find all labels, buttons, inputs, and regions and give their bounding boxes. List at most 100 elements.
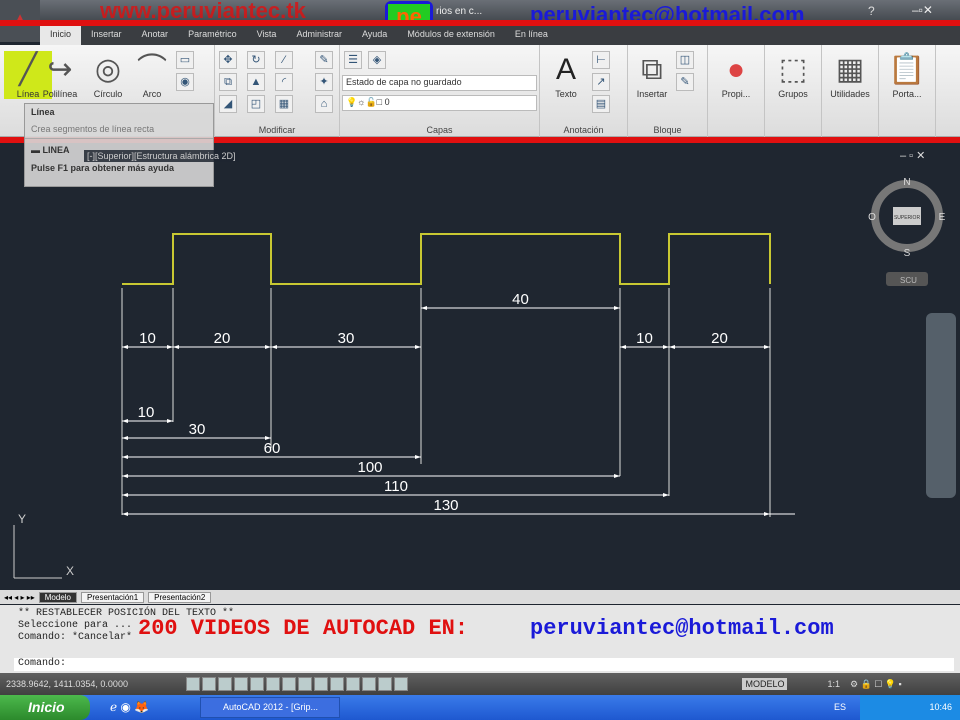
- tab-parametrico[interactable]: Paramétrico: [178, 25, 247, 45]
- window-controls[interactable]: –▫✕: [912, 3, 933, 17]
- quick-launch-icons[interactable]: ℯ ◉ 🦊: [110, 700, 149, 714]
- transparency-toggle[interactable]: [362, 677, 376, 691]
- arc-button[interactable]: ⌒ Arco: [128, 51, 176, 99]
- model-space-button[interactable]: MODELO: [742, 678, 788, 690]
- dimension-icon[interactable]: ⊢: [592, 51, 610, 69]
- properties-button[interactable]: ● Propi...: [712, 51, 760, 99]
- taskbar-autocad[interactable]: AutoCAD 2012 - [Grip...: [200, 697, 340, 718]
- utilities-button[interactable]: ▦ Utilidades: [826, 51, 874, 99]
- viewport-controls[interactable]: [-][Superior][Estructura alámbrica 2D]: [84, 150, 239, 162]
- grid-toggle[interactable]: [218, 677, 232, 691]
- osnap-toggle[interactable]: [266, 677, 280, 691]
- layer-dropdown[interactable]: 💡☼🔓□ 0: [342, 95, 537, 111]
- layer-name: 0: [384, 97, 390, 107]
- color-wheel-icon: ●: [726, 53, 746, 86]
- groups-button[interactable]: ⬚ Grupos: [769, 51, 817, 99]
- trim-icon[interactable]: ⁄: [275, 51, 293, 69]
- rectangle-icon[interactable]: ▭: [176, 51, 194, 69]
- tab-ayuda[interactable]: Ayuda: [352, 25, 397, 45]
- text-button[interactable]: A Texto: [542, 51, 590, 99]
- tab-presentacion2[interactable]: Presentación2: [148, 591, 212, 603]
- clipboard-button[interactable]: 📋 Porta...: [883, 51, 931, 99]
- navigation-bar[interactable]: [926, 313, 956, 498]
- drawing-canvas[interactable]: – ▫ ✕ SUPERIOR N S E O SCU Y X 10 20 30 40 1…: [0, 145, 960, 590]
- panel-label-modificar[interactable]: Modificar: [215, 125, 339, 135]
- layout-nav-arrows[interactable]: ◂◂ ◂ ▸ ▸▸: [4, 593, 35, 602]
- clock: 10:46: [929, 702, 952, 712]
- command-input[interactable]: Comando:: [14, 658, 954, 671]
- lineweight-toggle[interactable]: [346, 677, 360, 691]
- quick-properties-toggle[interactable]: [378, 677, 392, 691]
- move-icon[interactable]: ✥: [219, 51, 237, 69]
- mirror-icon[interactable]: ▲: [247, 73, 265, 91]
- tab-insertar[interactable]: Insertar: [81, 25, 132, 45]
- leader-icon[interactable]: ↗: [592, 73, 610, 91]
- offset-icon[interactable]: ⌂: [315, 95, 333, 113]
- copy-icon[interactable]: ⧉: [219, 73, 237, 91]
- erase-icon[interactable]: ✎: [315, 51, 333, 69]
- layer-icon[interactable]: ◈: [368, 51, 386, 69]
- start-button[interactable]: Inicio: [0, 695, 90, 720]
- annotation-scale[interactable]: 1:1: [827, 679, 840, 689]
- stretch-icon[interactable]: ◢: [219, 95, 237, 113]
- watermark-email-bottom: peruviantec@hotmail.com: [530, 616, 834, 641]
- ortho-toggle[interactable]: [234, 677, 248, 691]
- ucs-menu[interactable]: SCU: [900, 276, 917, 285]
- create-block-icon[interactable]: ◫: [676, 51, 694, 69]
- ducs-toggle[interactable]: [314, 677, 328, 691]
- hatch-icon[interactable]: ◉: [176, 73, 194, 91]
- infer-constraints-toggle[interactable]: [186, 677, 200, 691]
- tooltip-command-name: LINEA: [42, 145, 70, 155]
- svg-text:X: X: [66, 564, 74, 578]
- watermark-videos: 200 VIDEOS DE AUTOCAD EN:: [138, 616, 469, 641]
- arc-icon: ⌒: [137, 53, 167, 86]
- tab-vista[interactable]: Vista: [247, 25, 287, 45]
- tab-modulos[interactable]: Módulos de extensión: [397, 25, 505, 45]
- selection-cycling-toggle[interactable]: [394, 677, 408, 691]
- dim-chain-text: 20: [214, 330, 231, 347]
- tab-anotar[interactable]: Anotar: [132, 25, 179, 45]
- tab-modelo[interactable]: Modelo: [38, 591, 78, 603]
- profile-polyline[interactable]: [122, 233, 771, 285]
- edit-block-icon[interactable]: ✎: [676, 73, 694, 91]
- 3d-osnap-toggle[interactable]: [282, 677, 296, 691]
- scale-icon[interactable]: ◰: [247, 95, 265, 113]
- panel-label-anotacion[interactable]: Anotación: [540, 125, 627, 135]
- status-tray-icons[interactable]: ⚙ 🔒 ☐ 💡 ▪: [850, 679, 960, 690]
- ribbon-tabs: Inicio Insertar Anotar Paramétrico Vista…: [40, 25, 960, 45]
- layer-state-dropdown[interactable]: Estado de capa no guardado: [342, 75, 537, 91]
- polyline-button[interactable]: ↪ Polilínea: [36, 51, 84, 99]
- polyline-label: Polilínea: [42, 89, 78, 99]
- snap-toggle[interactable]: [202, 677, 216, 691]
- fillet-icon[interactable]: ◜: [275, 73, 293, 91]
- status-bar: 2338.9642, 1411.0354, 0.0000 MODELO 1:1 …: [0, 673, 960, 695]
- polar-toggle[interactable]: [250, 677, 264, 691]
- table-icon[interactable]: ▤: [592, 95, 610, 113]
- explode-icon[interactable]: ✦: [315, 73, 333, 91]
- viewcube-center[interactable]: SUPERIOR: [894, 215, 921, 221]
- panel-label-bloque[interactable]: Bloque: [628, 125, 707, 135]
- compass-o: O: [868, 212, 876, 223]
- insert-button[interactable]: ⧉ Insertar: [628, 51, 676, 99]
- panel-label-capas[interactable]: Capas: [340, 125, 539, 135]
- insert-icon: ⧉: [641, 53, 663, 86]
- circle-button[interactable]: ◎ Círculo: [84, 51, 132, 99]
- tab-presentacion1[interactable]: Presentación1: [81, 591, 145, 603]
- help-icon[interactable]: ?: [868, 4, 875, 18]
- layer-status-icons: 💡☼🔓□: [346, 97, 385, 107]
- otrack-toggle[interactable]: [298, 677, 312, 691]
- taskbar: Inicio ℯ ◉ 🦊 AutoCAD 2012 - [Grip... ES …: [0, 695, 960, 720]
- panel-utilidades: ▦ Utilidades: [822, 45, 879, 137]
- dim-chain-text: 20: [711, 330, 728, 347]
- tab-inicio[interactable]: Inicio: [40, 25, 82, 45]
- layer-properties-icon[interactable]: ☰: [344, 51, 362, 69]
- coordinates-readout[interactable]: 2338.9642, 1411.0354, 0.0000: [6, 679, 186, 689]
- tooltip-linea: Línea Crea segmentos de línea recta ▬ LI…: [24, 103, 214, 187]
- tab-en-linea[interactable]: En línea: [505, 25, 558, 45]
- language-indicator[interactable]: ES: [834, 702, 846, 712]
- rotate-icon[interactable]: ↻: [247, 51, 265, 69]
- viewcube[interactable]: SUPERIOR N S E O SCU: [868, 177, 946, 286]
- dyn-toggle[interactable]: [330, 677, 344, 691]
- array-icon[interactable]: ▦: [275, 95, 293, 113]
- tab-administrar[interactable]: Administrar: [286, 25, 352, 45]
